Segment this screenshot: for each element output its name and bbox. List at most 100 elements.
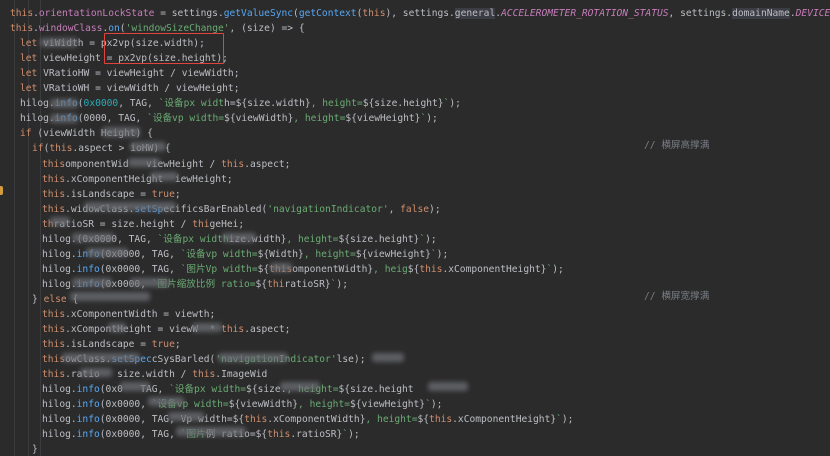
code-line[interactable]: thisomponentWid viewHeight / this.aspect…: [42, 157, 290, 172]
code-token: );: [449, 98, 461, 110]
redaction-blur: [50, 217, 70, 226]
redaction-blur: [86, 248, 128, 257]
code-token: );: [336, 278, 348, 290]
code-token: this: [42, 339, 66, 351]
code-token: `设备vp width=: [147, 113, 225, 125]
indent-guide: [14, 0, 15, 456]
redaction-blur: [428, 382, 468, 391]
code-token: hilog.: [42, 429, 77, 441]
code-token: let: [20, 53, 38, 65]
code-token: ratioSR}: [284, 278, 331, 290]
code-token: width=: [205, 384, 247, 396]
code-line[interactable]: hilog.info(0x0000, TAG, `设备px width=${si…: [20, 96, 461, 111]
code-token: , height=: [303, 248, 356, 260]
code-token: this: [10, 8, 34, 19]
code-token: = settings.: [154, 8, 224, 19]
code-token: thi: [267, 278, 285, 290]
redaction-blur: [50, 99, 78, 108]
redaction-blur: [84, 202, 176, 211]
code-token: this: [42, 203, 66, 215]
redaction-blur: [372, 353, 404, 362]
code-token: this: [42, 158, 66, 170]
code-editor[interactable]: this.orientationLockState = settings.get…: [0, 0, 830, 456]
code-line[interactable]: hilog.info(0x0000, TAG, `图片Vp width=${th…: [42, 262, 564, 277]
code-token: VRatioHW = viewHeight / viewWidth;: [37, 68, 240, 80]
code-token: getContext: [298, 8, 357, 19]
code-token: this: [42, 369, 66, 381]
code-token: (viewWidth: [31, 128, 101, 140]
code-line[interactable]: this.isLandscape = true;: [42, 187, 181, 202]
code-token: omponentWidth}: [292, 263, 374, 275]
gutter-change-marker[interactable]: [0, 186, 3, 195]
code-token: , TAG,: [106, 113, 148, 125]
code-token: getValueSync: [223, 8, 294, 19]
redaction-blur: [62, 353, 140, 362]
code-token: `设备px width: [157, 233, 229, 245]
code-token: true: [151, 188, 175, 200]
code-token: ${: [232, 414, 245, 426]
code-token: 'navigationIndicator': [267, 203, 389, 215]
code-token: `图片Vp: [180, 263, 223, 275]
code-token: , height=: [286, 233, 339, 245]
code-token: this: [42, 309, 66, 320]
code-line[interactable]: thratioSR = size.height / thigeHei;: [42, 217, 244, 232]
code-line[interactable]: this.ratio size.width / this.ImageWid: [42, 367, 267, 382]
redaction-blur: [108, 323, 126, 332]
redaction-blur: [102, 127, 140, 137]
code-line[interactable]: hilog.info(0000, TAG, `设备vp width=${view…: [20, 111, 438, 126]
code-token: this: [42, 188, 66, 200]
code-token: ${size.width}: [235, 98, 311, 110]
code-token: domainName: [732, 8, 790, 19]
code-token: .ImageWid: [215, 369, 268, 381]
redaction-blur: [120, 382, 150, 391]
redaction-blur: [222, 233, 256, 242]
code-token: hilog.: [42, 384, 77, 396]
code-line[interactable]: let VRatioHW = viewHeight / viewWidth;: [20, 66, 240, 81]
code-token: , settings.: [668, 8, 733, 19]
code-line[interactable]: this.orientationLockState = settings.get…: [10, 6, 830, 21]
code-token: ,: [388, 203, 401, 215]
code-token: info: [76, 414, 100, 426]
code-token: 0000: [83, 113, 107, 125]
code-token: info: [76, 399, 100, 411]
code-token: (0x0000, TAG,: [99, 263, 181, 275]
code-token: ;: [174, 339, 181, 351]
code-line[interactable]: this.xCompontHeight = viewW * this.aspec…: [42, 322, 290, 337]
code-token: info: [76, 384, 100, 396]
code-token: width=: [222, 263, 258, 275]
comment-landscape-wide: // 横屏宽撑满: [644, 291, 710, 302]
code-token: Height = viewW: [117, 324, 198, 336]
code-line[interactable]: hilog.info(0x0 TAG, `设备px width=${size.,…: [42, 382, 414, 397]
code-token: ${: [255, 429, 268, 441]
code-token: , height=: [293, 113, 346, 125]
code-token: ${: [257, 263, 270, 275]
code-line[interactable]: this.xComponentWidth = viewth;: [42, 307, 215, 322]
code-token: BarEnabled(: [203, 203, 268, 215]
code-token: `设备px widt: [158, 98, 225, 110]
redaction-blur: [80, 368, 112, 377]
code-line[interactable]: }: [32, 442, 38, 456]
redaction-blur: [150, 172, 178, 181]
code-line[interactable]: hilog.info(0x0000, `设备vp width=${viewWid…: [42, 397, 442, 412]
code-line[interactable]: let VRatioWH = viewWidth / viewHeight;: [20, 81, 240, 96]
code-token: .aspect;: [244, 158, 291, 170]
code-token: hilog.: [42, 248, 77, 260]
code-token: , height=: [298, 399, 350, 411]
code-line[interactable]: hilog.info(0x0000, TAG, Vp width=${this.…: [42, 412, 573, 427]
code-token: }: [32, 293, 44, 305]
redaction-blur: [130, 278, 170, 287]
code-token: , height=: [310, 98, 363, 110]
code-token: ratioSR = size.height /: [53, 218, 193, 230]
code-token: size.width /: [99, 369, 193, 381]
code-token: ${: [417, 414, 430, 426]
code-token: .ratioSR}: [290, 429, 343, 441]
code-line[interactable]: this.xComponentHeight iewHeight;: [42, 172, 233, 187]
code-line[interactable]: this.isLandscape = true;: [42, 337, 181, 352]
code-token: this: [267, 429, 291, 441]
code-token: DEVICE_SHARED: [795, 8, 830, 19]
code-token: );: [425, 233, 437, 245]
code-token: thi: [192, 218, 210, 230]
code-token: orientationLockState: [38, 8, 155, 19]
redaction-blur: [280, 382, 320, 391]
code-token: );: [429, 203, 441, 215]
